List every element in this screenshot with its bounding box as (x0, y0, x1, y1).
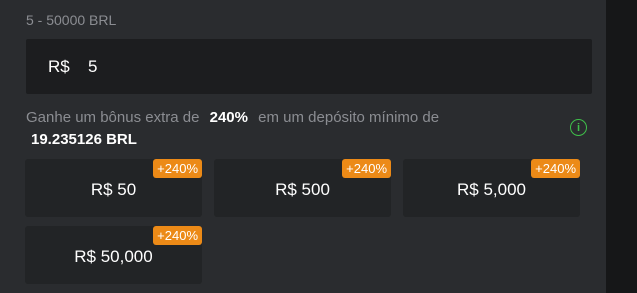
amount-chip-500[interactable]: R$ 500 +240% (214, 159, 391, 217)
bonus-badge: +240% (531, 159, 580, 178)
bonus-percent: 240% (209, 109, 248, 126)
background-strip (606, 0, 637, 293)
bonus-suffix: em um depósito mínimo de (258, 109, 440, 126)
chip-label: R$ 500 (275, 179, 330, 199)
deposit-range: 5 - 50000 BRL (26, 12, 117, 28)
chip-label: R$ 50 (90, 179, 137, 199)
bonus-badge: +240% (153, 159, 202, 178)
currency-symbol: R$ (48, 57, 70, 76)
bonus-prefix: Ganhe um bônus extra de (26, 109, 200, 126)
bonus-badge: +240% (342, 159, 391, 178)
bonus-badge: +240% (153, 226, 202, 245)
deposit-panel: 5 - 50000 BRL R$ Ganhe um bônus extra de… (0, 0, 606, 293)
amount-field[interactable]: R$ (26, 39, 592, 94)
min-deposit-amount: 19.235126 BRL (31, 131, 137, 148)
info-icon[interactable]: i (570, 119, 587, 136)
chip-label: R$ 50,000 (74, 246, 153, 266)
amount-input[interactable] (88, 53, 568, 81)
bonus-description: Ganhe um bônus extra de 240% em um depós… (26, 108, 556, 128)
amount-chip-50000[interactable]: R$ 50,000 +240% (25, 226, 202, 284)
amount-chip-5000[interactable]: R$ 5,000 +240% (403, 159, 580, 217)
chip-label: R$ 5,000 (457, 179, 526, 199)
amount-chip-50[interactable]: R$ 50 +240% (25, 159, 202, 217)
